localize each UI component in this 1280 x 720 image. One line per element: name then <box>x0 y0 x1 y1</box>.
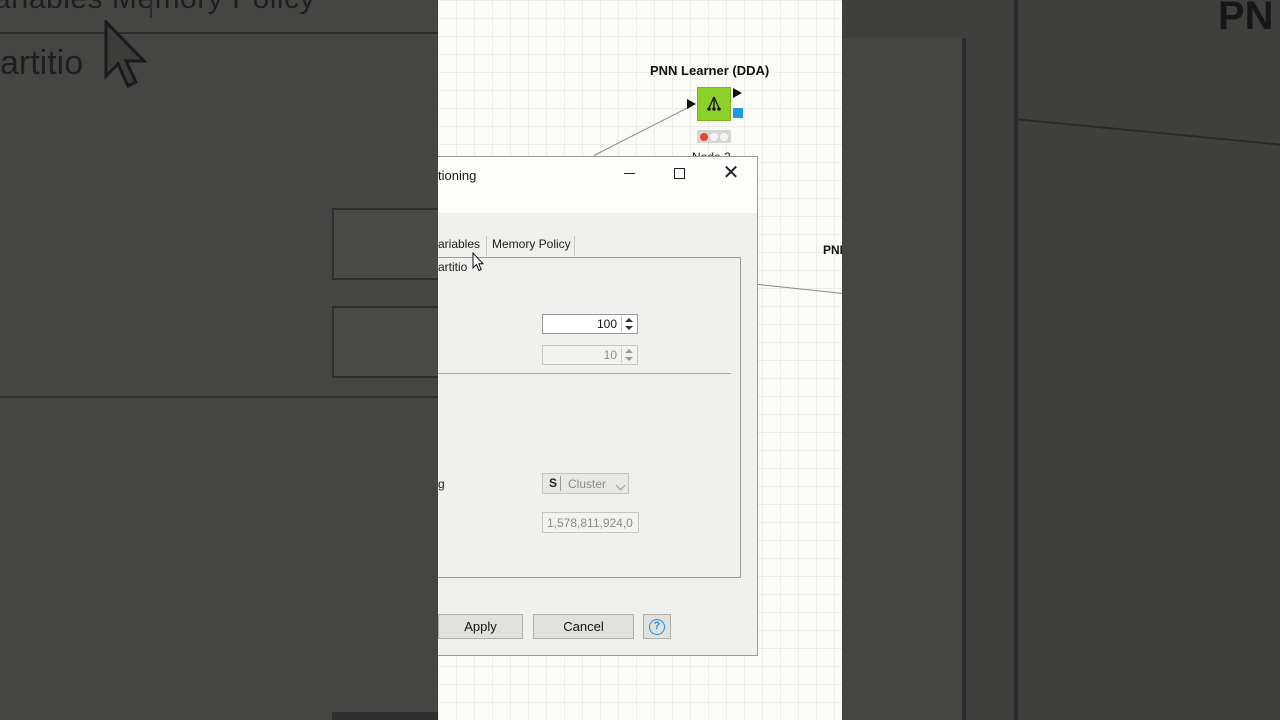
bg-connection <box>1013 118 1280 149</box>
bg-strip <box>1014 0 1018 720</box>
bg-partition-text: artitio <box>0 44 84 82</box>
input-port-icon[interactable] <box>687 99 696 109</box>
select-value: Cluster <box>568 477 607 491</box>
tab-memory-policy[interactable]: Memory Policy <box>492 236 571 256</box>
spinner-value: 100 <box>596 317 617 331</box>
dialog-titlebar[interactable]: tioning ✕ <box>438 157 757 213</box>
stratified-sampling-label: g <box>438 477 445 491</box>
connection-line <box>757 284 842 295</box>
help-icon: ? <box>649 618 665 635</box>
status-green-icon <box>720 132 728 141</box>
dialog-title: tioning <box>438 168 477 183</box>
cancel-button[interactable]: Cancel <box>533 614 634 639</box>
mouse-cursor-icon <box>472 252 484 272</box>
minimize-button[interactable] <box>619 163 639 183</box>
model-port-icon[interactable] <box>733 108 743 118</box>
help-button[interactable]: ? <box>643 614 671 639</box>
spinner-value: 10 <box>603 348 617 362</box>
settings-panel: artitio 100 10 g S Cluster 1,578,811,924… <box>438 257 741 578</box>
bg-tab-separator <box>150 0 152 18</box>
bg-bottom-bar <box>332 712 438 720</box>
status-red-icon <box>700 132 708 141</box>
maximize-icon <box>673 167 685 179</box>
partition-group-label: artitio <box>438 260 468 274</box>
up-arrow-icon[interactable] <box>625 318 633 322</box>
config-dialog: tioning ✕ ariables Memory Policy artitio… <box>438 156 758 656</box>
bg-field-box <box>332 208 438 280</box>
node-title: PNN Learner (DDA) <box>650 63 770 78</box>
bg-tab-text: ariables Memory Policy <box>0 0 315 16</box>
learner-node-icon <box>707 96 721 111</box>
relative-percent-spinner: 10 <box>542 345 638 365</box>
seed-value: 1,578,811,924,0 <box>547 516 633 530</box>
close-icon: ✕ <box>722 162 740 184</box>
close-button[interactable]: ✕ <box>721 163 741 183</box>
apply-button[interactable]: Apply <box>438 614 523 639</box>
tab-separator <box>574 236 575 256</box>
bg-divider <box>0 396 438 398</box>
absolute-count-spinner[interactable]: 100 <box>542 314 638 334</box>
class-column-select: S Cluster <box>542 473 629 494</box>
connection-line <box>593 107 688 156</box>
right-node-title: PNN <box>823 243 842 257</box>
bg-panel <box>842 38 966 720</box>
chevron-down-icon <box>615 480 626 491</box>
bg-cursor-icon <box>104 20 148 88</box>
section-divider <box>438 373 731 374</box>
status-yellow-icon <box>710 132 718 141</box>
bg-field-box <box>332 306 438 378</box>
down-arrow-icon <box>625 357 633 361</box>
up-arrow-icon <box>625 349 633 353</box>
minimize-icon <box>623 172 635 174</box>
string-type-icon: S <box>546 476 561 491</box>
output-port-icon[interactable] <box>733 88 742 98</box>
bg-top-line <box>0 32 438 34</box>
spinner-arrows <box>621 347 636 363</box>
node-status-indicator <box>697 130 731 143</box>
maximize-button[interactable] <box>669 163 689 183</box>
random-seed-field: 1,578,811,924,0 <box>542 512 639 533</box>
background-left: ariables Memory Policy artitio <box>0 0 438 720</box>
pnn-learner-node[interactable] <box>697 87 731 121</box>
down-arrow-icon[interactable] <box>625 326 633 330</box>
tab-separator <box>486 236 487 256</box>
background-right: PN <box>842 0 1280 720</box>
bg-node-text: PN <box>1218 0 1274 38</box>
spinner-arrows[interactable] <box>621 316 636 332</box>
